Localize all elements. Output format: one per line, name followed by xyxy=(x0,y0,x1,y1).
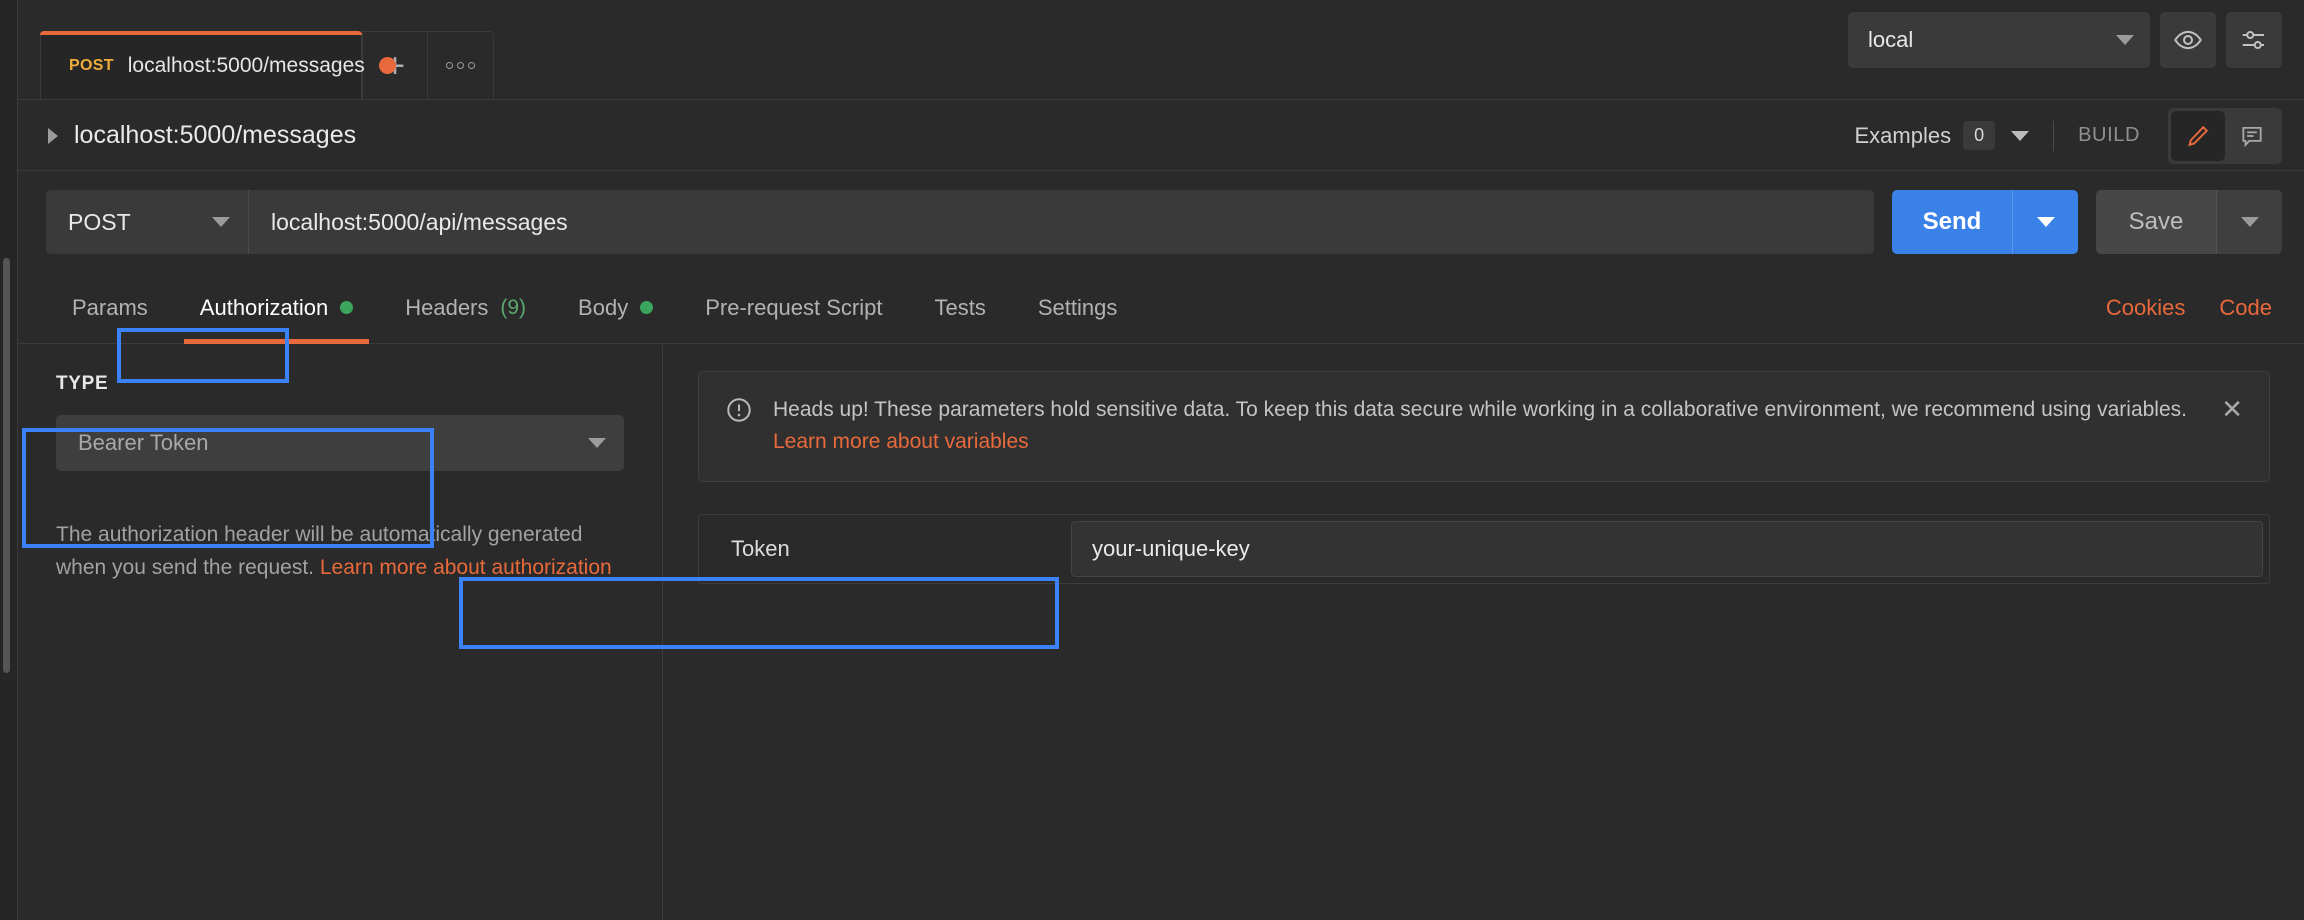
save-options-button[interactable] xyxy=(2216,190,2282,254)
comment-mode-button[interactable] xyxy=(2225,111,2279,161)
http-method-select[interactable]: POST xyxy=(46,190,248,254)
tab-pre-request-script[interactable]: Pre-request Script xyxy=(679,272,908,344)
banner-sentence: Heads up! These parameters hold sensitiv… xyxy=(773,398,2187,421)
tab-label: Headers xyxy=(405,295,488,321)
chevron-down-icon xyxy=(2241,217,2259,227)
chevron-right-icon[interactable] xyxy=(48,128,58,144)
tab-headers[interactable]: Headers (9) xyxy=(379,272,552,344)
chevron-down-icon xyxy=(212,217,230,227)
tab-params[interactable]: Params xyxy=(46,272,174,344)
build-label: BUILD xyxy=(2078,124,2140,147)
comment-icon xyxy=(2239,123,2265,149)
auth-type-pane: TYPE Bearer Token The authorization head… xyxy=(18,345,663,920)
auth-help-text: The authorization header will be automat… xyxy=(56,519,624,584)
token-value-input[interactable]: your-unique-key xyxy=(1071,521,2263,577)
http-method-value: POST xyxy=(68,209,212,236)
chevron-down-icon xyxy=(2037,217,2055,227)
tab-label: Tests xyxy=(935,295,986,321)
status-dot-icon xyxy=(340,301,353,314)
left-rail xyxy=(0,0,18,920)
breadcrumb-bar: localhost:5000/messages Examples 0 BUILD xyxy=(18,101,2304,171)
examples-chevron-down-icon[interactable] xyxy=(2011,131,2029,141)
url-bar: POST localhost:5000/api/messages Send Sa… xyxy=(18,172,2304,272)
eye-icon xyxy=(2173,25,2203,55)
environment-select[interactable]: local xyxy=(1848,12,2150,68)
sliders-icon xyxy=(2239,25,2269,55)
environment-name: local xyxy=(1868,27,2116,53)
examples-label: Examples xyxy=(1854,123,1951,149)
auth-type-select[interactable]: Bearer Token xyxy=(56,415,624,471)
request-tab[interactable]: POST localhost:5000/messages xyxy=(40,31,362,99)
auth-help-link[interactable]: Learn more about authorization xyxy=(320,556,612,579)
send-button-group: Send xyxy=(1892,190,2078,254)
cookies-link[interactable]: Cookies xyxy=(2106,295,2185,321)
chevron-down-icon xyxy=(2116,35,2134,45)
status-dot-icon xyxy=(640,301,653,314)
environment-settings-button[interactable] xyxy=(2226,12,2282,68)
save-button-group: Save xyxy=(2096,190,2282,254)
breadcrumb-actions: Examples 0 BUILD xyxy=(1854,108,2304,164)
auth-type-value: Bearer Token xyxy=(78,430,588,456)
tab-label: Pre-request Script xyxy=(705,295,882,321)
environment-quick-look-button[interactable] xyxy=(2160,12,2216,68)
banner-link[interactable]: Learn more about variables xyxy=(773,430,1029,453)
examples-count-badge: 0 xyxy=(1963,121,1995,150)
url-input[interactable]: localhost:5000/api/messages xyxy=(248,190,1874,254)
url-value: localhost:5000/api/messages xyxy=(271,209,568,236)
divider xyxy=(2053,121,2054,151)
tab-label: Authorization xyxy=(200,295,328,321)
request-tab-title: localhost:5000/messages xyxy=(128,54,365,78)
auth-params-pane: Heads up! These parameters hold sensitiv… xyxy=(664,345,2304,920)
token-key-label: Token xyxy=(699,515,1071,583)
send-options-button[interactable] xyxy=(2012,190,2078,254)
request-tabs-links: Cookies Code xyxy=(2106,295,2282,321)
alert-circle-icon xyxy=(725,396,753,429)
postman-window: POST localhost:5000/messages + local xyxy=(0,0,2304,920)
tab-body[interactable]: Body xyxy=(552,272,679,344)
type-label: TYPE xyxy=(56,373,624,395)
unsaved-dot-icon xyxy=(379,57,396,74)
page-title: localhost:5000/messages xyxy=(74,121,356,150)
chevron-down-icon xyxy=(588,438,606,448)
send-button[interactable]: Send xyxy=(1892,190,2012,254)
environment-controls: local xyxy=(1848,10,2282,70)
tab-label: Settings xyxy=(1038,295,1118,321)
pencil-icon xyxy=(2185,123,2211,149)
tab-authorization[interactable]: Authorization xyxy=(174,272,379,344)
sidebar-scrollbar[interactable] xyxy=(3,258,10,673)
tab-label: Body xyxy=(578,295,628,321)
tab-settings[interactable]: Settings xyxy=(1012,272,1144,344)
tab-more-button[interactable] xyxy=(428,31,494,99)
tab-tests[interactable]: Tests xyxy=(909,272,1012,344)
request-tab-method: POST xyxy=(69,57,114,75)
tab-label: Params xyxy=(72,295,148,321)
banner-message: Heads up! These parameters hold sensitiv… xyxy=(773,394,2201,457)
close-icon[interactable]: ✕ xyxy=(2221,396,2243,422)
request-section-tabs: Params Authorization Headers (9) Body Pr… xyxy=(18,272,2304,344)
token-row: Token your-unique-key xyxy=(698,514,2270,584)
save-button[interactable]: Save xyxy=(2096,190,2216,254)
authorization-pane: TYPE Bearer Token The authorization head… xyxy=(18,345,2304,920)
code-link[interactable]: Code xyxy=(2219,295,2272,321)
view-mode-group xyxy=(2168,108,2282,164)
edit-mode-button[interactable] xyxy=(2171,111,2225,161)
tab-count: (9) xyxy=(500,296,526,320)
sensitive-data-banner: Heads up! These parameters hold sensitiv… xyxy=(698,371,2270,482)
ellipsis-icon xyxy=(446,62,475,69)
